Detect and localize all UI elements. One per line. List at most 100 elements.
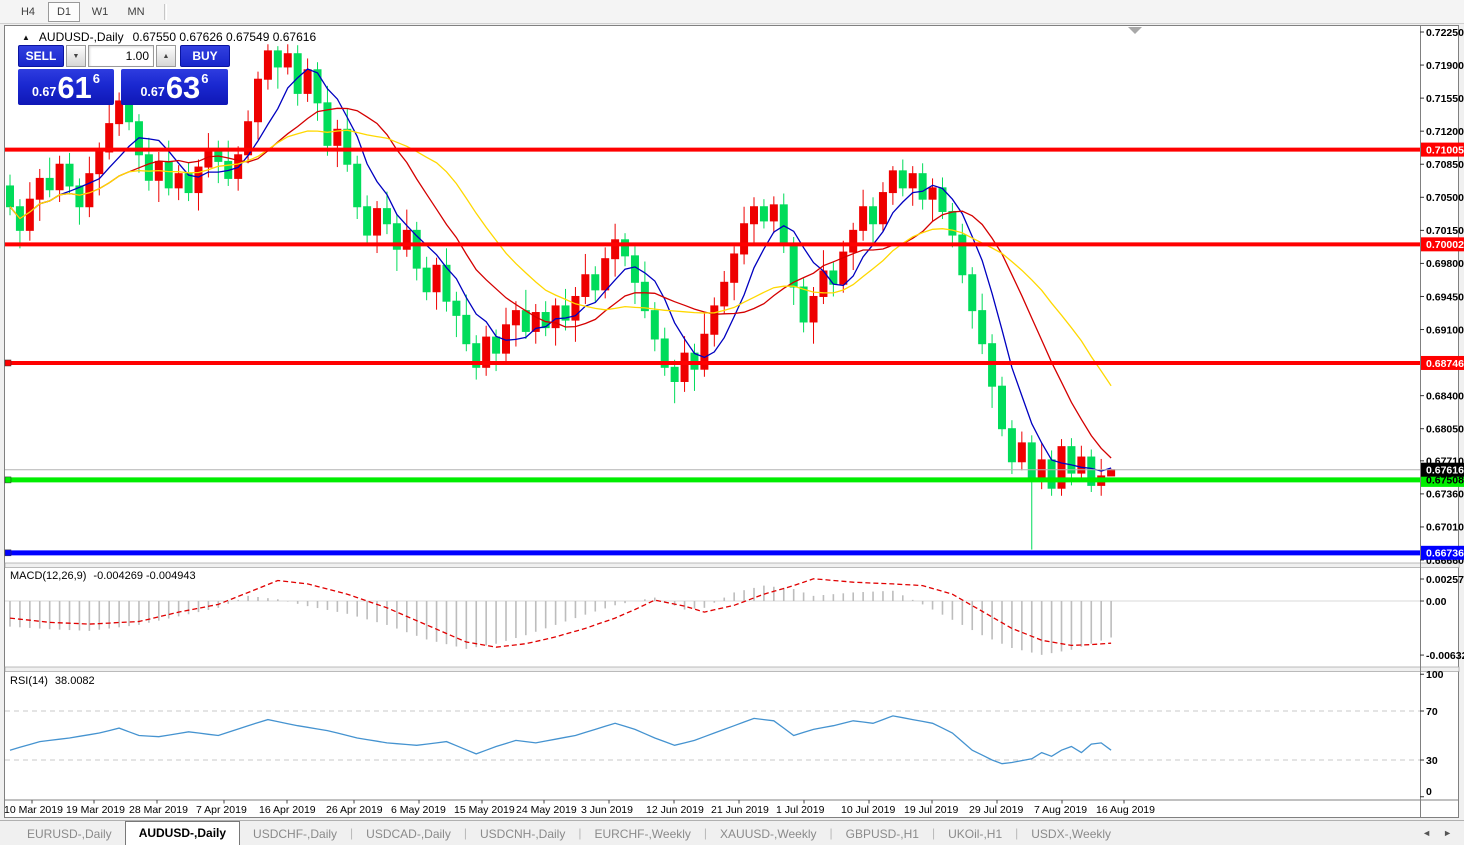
price-axis-tick: 0.71900: [1426, 60, 1464, 72]
rsi-title: RSI(14): [10, 675, 48, 687]
volume-input[interactable]: [88, 45, 154, 67]
price-axis-tick: 0.69800: [1426, 258, 1464, 270]
date-axis-label: 19 Jul 2019: [904, 804, 958, 816]
candle: [1028, 443, 1035, 479]
line-anchor-marker[interactable]: [5, 360, 11, 366]
timeframe-button-mn[interactable]: MN: [120, 2, 152, 22]
tab-xauusd-weekly[interactable]: XAUUSD-,Weekly: [707, 823, 829, 845]
volume-increase-button[interactable]: ▲: [156, 45, 176, 67]
tab-usdcnh-daily[interactable]: USDCNH-,Daily: [467, 823, 578, 845]
candle: [314, 70, 321, 103]
price-axis-tick: 0.68050: [1426, 424, 1464, 436]
date-axis-label: 1 Jul 2019: [776, 804, 825, 816]
timeframe-button-d1[interactable]: D1: [48, 2, 80, 22]
candle: [602, 259, 609, 290]
date-axis-label: 10 Mar 2019: [4, 804, 63, 816]
buy-price-big: 63: [166, 73, 200, 103]
macd-values: -0.004269 -0.004943: [93, 570, 195, 582]
price-label-text: 0.66736: [1426, 548, 1464, 560]
toolbar-divider: [164, 4, 167, 20]
volume-decrease-button[interactable]: ▼: [66, 45, 86, 67]
candle: [889, 171, 896, 193]
candle: [751, 207, 758, 224]
date-axis-label: 7 Aug 2019: [1034, 804, 1087, 816]
candle: [433, 265, 440, 291]
candle: [879, 193, 886, 224]
candle: [304, 70, 311, 94]
candle: [909, 174, 916, 188]
price-axis-tick: 0.71550: [1426, 93, 1464, 105]
candle: [1078, 457, 1085, 473]
tab-gbpusd-h1[interactable]: GBPUSD-,H1: [833, 823, 932, 845]
candle: [294, 54, 301, 94]
buy-button[interactable]: BUY: [180, 45, 230, 67]
chart-canvas[interactable]: 0.722500.719000.715500.712000.708500.705…: [0, 0, 1464, 845]
rsi-axis-tick: 30: [1426, 755, 1438, 767]
tab-usdx-weekly[interactable]: USDX-,Weekly: [1018, 823, 1124, 845]
buy-price-panel[interactable]: 0.67 63 6: [121, 69, 228, 105]
candle: [175, 174, 182, 188]
candle: [999, 386, 1006, 429]
candle: [26, 199, 33, 230]
sell-price-big: 61: [57, 73, 91, 103]
candle: [711, 306, 718, 334]
candle: [929, 188, 936, 199]
candle: [870, 207, 877, 224]
collapse-triangle-icon[interactable]: ▲: [22, 33, 30, 42]
tab-eurusd-daily[interactable]: EURUSD-,Daily: [14, 823, 125, 845]
candle: [185, 174, 192, 193]
candle: [651, 311, 658, 339]
line-anchor-marker[interactable]: [5, 550, 11, 556]
candle: [800, 287, 807, 322]
candle: [860, 207, 867, 231]
sell-price-panel[interactable]: 0.67 61 6: [18, 69, 114, 105]
candle: [850, 230, 857, 252]
sell-button[interactable]: SELL: [18, 45, 64, 67]
candle: [364, 207, 371, 235]
candle: [959, 235, 966, 275]
date-axis-label: 10 Jul 2019: [841, 804, 895, 816]
tab-ukoil-h1[interactable]: UKOil-,H1: [935, 823, 1015, 845]
price-axis-tick: 0.70150: [1426, 225, 1464, 237]
tab-usdchf-daily[interactable]: USDCHF-,Daily: [240, 823, 350, 845]
price-label-text: 0.68746: [1426, 358, 1464, 370]
tab-usdcad-daily[interactable]: USDCAD-,Daily: [353, 823, 464, 845]
tab-scroll-left-icon[interactable]: ◄: [1422, 828, 1431, 838]
candle: [56, 164, 63, 190]
rsi-axis-tick: 70: [1426, 706, 1438, 718]
candle: [721, 282, 728, 306]
date-axis-label: 16 Aug 2019: [1096, 804, 1155, 816]
tab-eurchf-weekly[interactable]: EURCHF-,Weekly: [581, 823, 703, 845]
date-axis-label: 29 Jul 2019: [969, 804, 1023, 816]
price-label-text: 0.70002: [1426, 239, 1464, 251]
line-anchor-marker[interactable]: [5, 477, 11, 483]
candle: [354, 164, 361, 207]
date-axis-label: 24 May 2019: [516, 804, 577, 816]
candle: [46, 178, 53, 189]
candle: [66, 164, 73, 186]
candle: [195, 167, 202, 193]
candle: [255, 79, 262, 122]
tab-scroll-right-icon[interactable]: ►: [1443, 828, 1452, 838]
candle: [641, 282, 648, 310]
timeframe-button-w1[interactable]: W1: [84, 2, 116, 22]
date-axis-label: 21 Jun 2019: [711, 804, 769, 816]
candle: [810, 296, 817, 322]
macd-title: MACD(12,26,9): [10, 570, 86, 582]
candle: [949, 211, 956, 235]
tab-audusd-daily[interactable]: AUDUSD-,Daily: [125, 821, 240, 845]
date-axis-label: 15 May 2019: [454, 804, 515, 816]
candle: [1068, 447, 1075, 473]
timeframe-button-h4[interactable]: H4: [12, 2, 44, 22]
price-axis-tick: 0.71200: [1426, 126, 1464, 138]
sell-price-sup: 6: [93, 71, 100, 86]
candle: [592, 275, 599, 290]
candle: [383, 209, 390, 224]
candle: [1108, 470, 1115, 476]
one-click-trade-widget: SELL ▼ ▲ BUY 0.67 61 6 0.67 63 6: [18, 45, 230, 105]
rsi-axis-tick: 100: [1426, 669, 1444, 681]
chart-header: ▲ AUDUSD-,Daily 0.67550 0.67626 0.67549 …: [22, 30, 316, 44]
date-axis-label: 3 Jun 2019: [581, 804, 633, 816]
candle: [760, 207, 767, 221]
price-axis-tick: 0.67010: [1426, 522, 1464, 534]
